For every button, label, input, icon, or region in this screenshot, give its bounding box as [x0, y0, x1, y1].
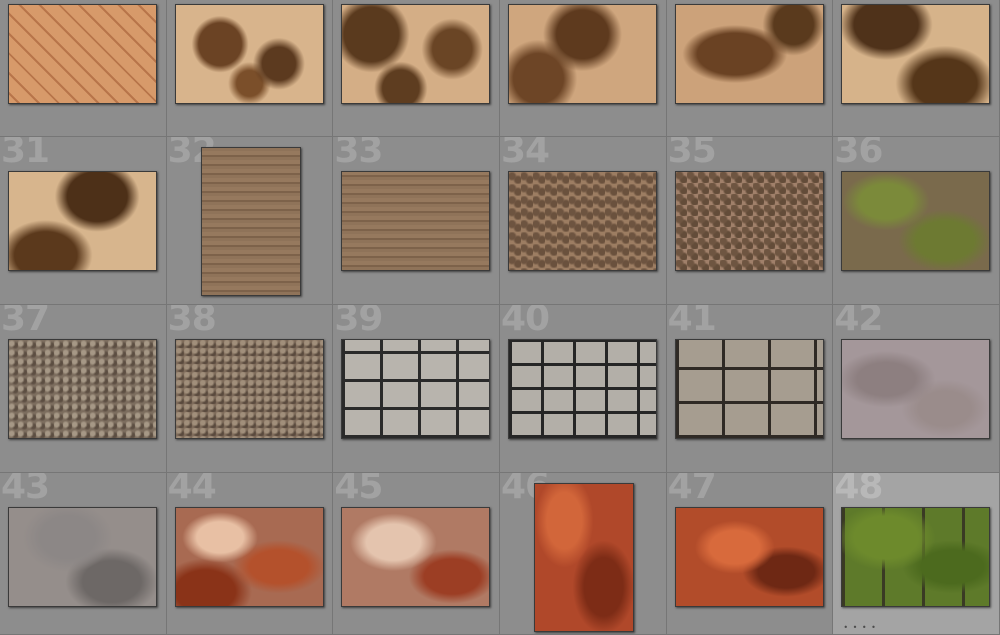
grid-cell[interactable]: 39	[333, 305, 500, 473]
thumbnail-image[interactable]	[8, 339, 157, 439]
grid-cell[interactable]: 38	[166, 305, 334, 473]
cell-index-number: 44	[167, 473, 217, 507]
thumbnail-image[interactable]	[674, 4, 824, 104]
grid-cell[interactable]: 37	[0, 305, 167, 473]
thumbnail-image[interactable]	[841, 339, 991, 439]
thumbnail-image[interactable]	[341, 339, 491, 439]
cell-index-number: 45	[334, 473, 383, 507]
cell-index-number: 48	[834, 473, 883, 507]
grid-cell[interactable]: 41	[666, 305, 834, 473]
thumbnail-image[interactable]	[174, 339, 324, 439]
thumbnail-image[interactable]	[534, 483, 634, 632]
grid-cell[interactable]	[500, 0, 667, 137]
grid-cell[interactable]: 35	[666, 137, 834, 305]
grid-cell[interactable]: 43	[0, 473, 167, 635]
thumbnail-image[interactable]	[841, 171, 991, 271]
thumbnail-image[interactable]	[8, 4, 157, 104]
thumbnail-image[interactable]	[8, 507, 157, 607]
grid-cell[interactable]	[666, 0, 834, 137]
thumbnail-image[interactable]	[674, 507, 824, 607]
thumbnail-image[interactable]	[841, 507, 991, 607]
grid-cell[interactable]: 32	[166, 137, 334, 305]
grid-cell[interactable]: 44	[166, 473, 334, 635]
cell-index-number: 43	[1, 473, 50, 507]
cell-index-number: 38	[167, 305, 217, 339]
grid-cell[interactable]: 36	[833, 137, 1000, 305]
thumbnail-image[interactable]	[200, 147, 301, 296]
grid-cell[interactable]	[166, 0, 334, 137]
cell-index-number: 40	[501, 305, 550, 339]
thumbnail-image[interactable]	[341, 171, 491, 271]
grid-cell[interactable]: 46	[500, 473, 667, 635]
thumbnail-image[interactable]	[174, 507, 324, 607]
thumbnail-image[interactable]	[674, 339, 824, 439]
cell-badge: • • • •	[843, 623, 877, 632]
thumbnail-image[interactable]	[341, 4, 491, 104]
cell-index-number: 41	[667, 305, 717, 339]
grid-cell[interactable]: 48 • • • •	[833, 473, 1000, 635]
grid-cell[interactable]: 31	[0, 137, 167, 305]
grid-cell[interactable]	[333, 0, 500, 137]
cell-index-number: 42	[834, 305, 883, 339]
cell-index-number: 37	[1, 305, 50, 339]
cell-index-number: 34	[501, 137, 550, 171]
grid-cell[interactable]: 47	[666, 473, 834, 635]
cell-index-number: 39	[334, 305, 383, 339]
cell-index-number: 33	[334, 137, 383, 171]
thumbnail-image[interactable]	[8, 171, 157, 271]
grid-cell[interactable]	[833, 0, 1000, 137]
thumbnail-image[interactable]	[508, 339, 657, 439]
thumbnail-image[interactable]	[508, 4, 657, 104]
cell-index-number: 31	[1, 137, 50, 171]
thumbnail-image[interactable]	[674, 171, 824, 271]
thumbnail-image[interactable]	[508, 171, 657, 271]
thumbnail-grid: 31 32 33 34 35 36 37 38 39 40 41 42 43 44 45 46 47 48 • • …	[0, 0, 1000, 635]
grid-cell[interactable]: 40	[500, 305, 667, 473]
cell-index-number: 47	[667, 473, 717, 507]
thumbnail-image[interactable]	[841, 4, 991, 104]
thumbnail-image[interactable]	[341, 507, 491, 607]
grid-cell[interactable]: 33	[333, 137, 500, 305]
cell-index-number: 35	[667, 137, 717, 171]
grid-cell[interactable]: 34	[500, 137, 667, 305]
thumbnail-image[interactable]	[174, 4, 324, 104]
grid-cell[interactable]: 42	[833, 305, 1000, 473]
cell-index-number: 36	[834, 137, 883, 171]
grid-cell[interactable]	[0, 0, 167, 137]
grid-cell[interactable]: 45	[333, 473, 500, 635]
